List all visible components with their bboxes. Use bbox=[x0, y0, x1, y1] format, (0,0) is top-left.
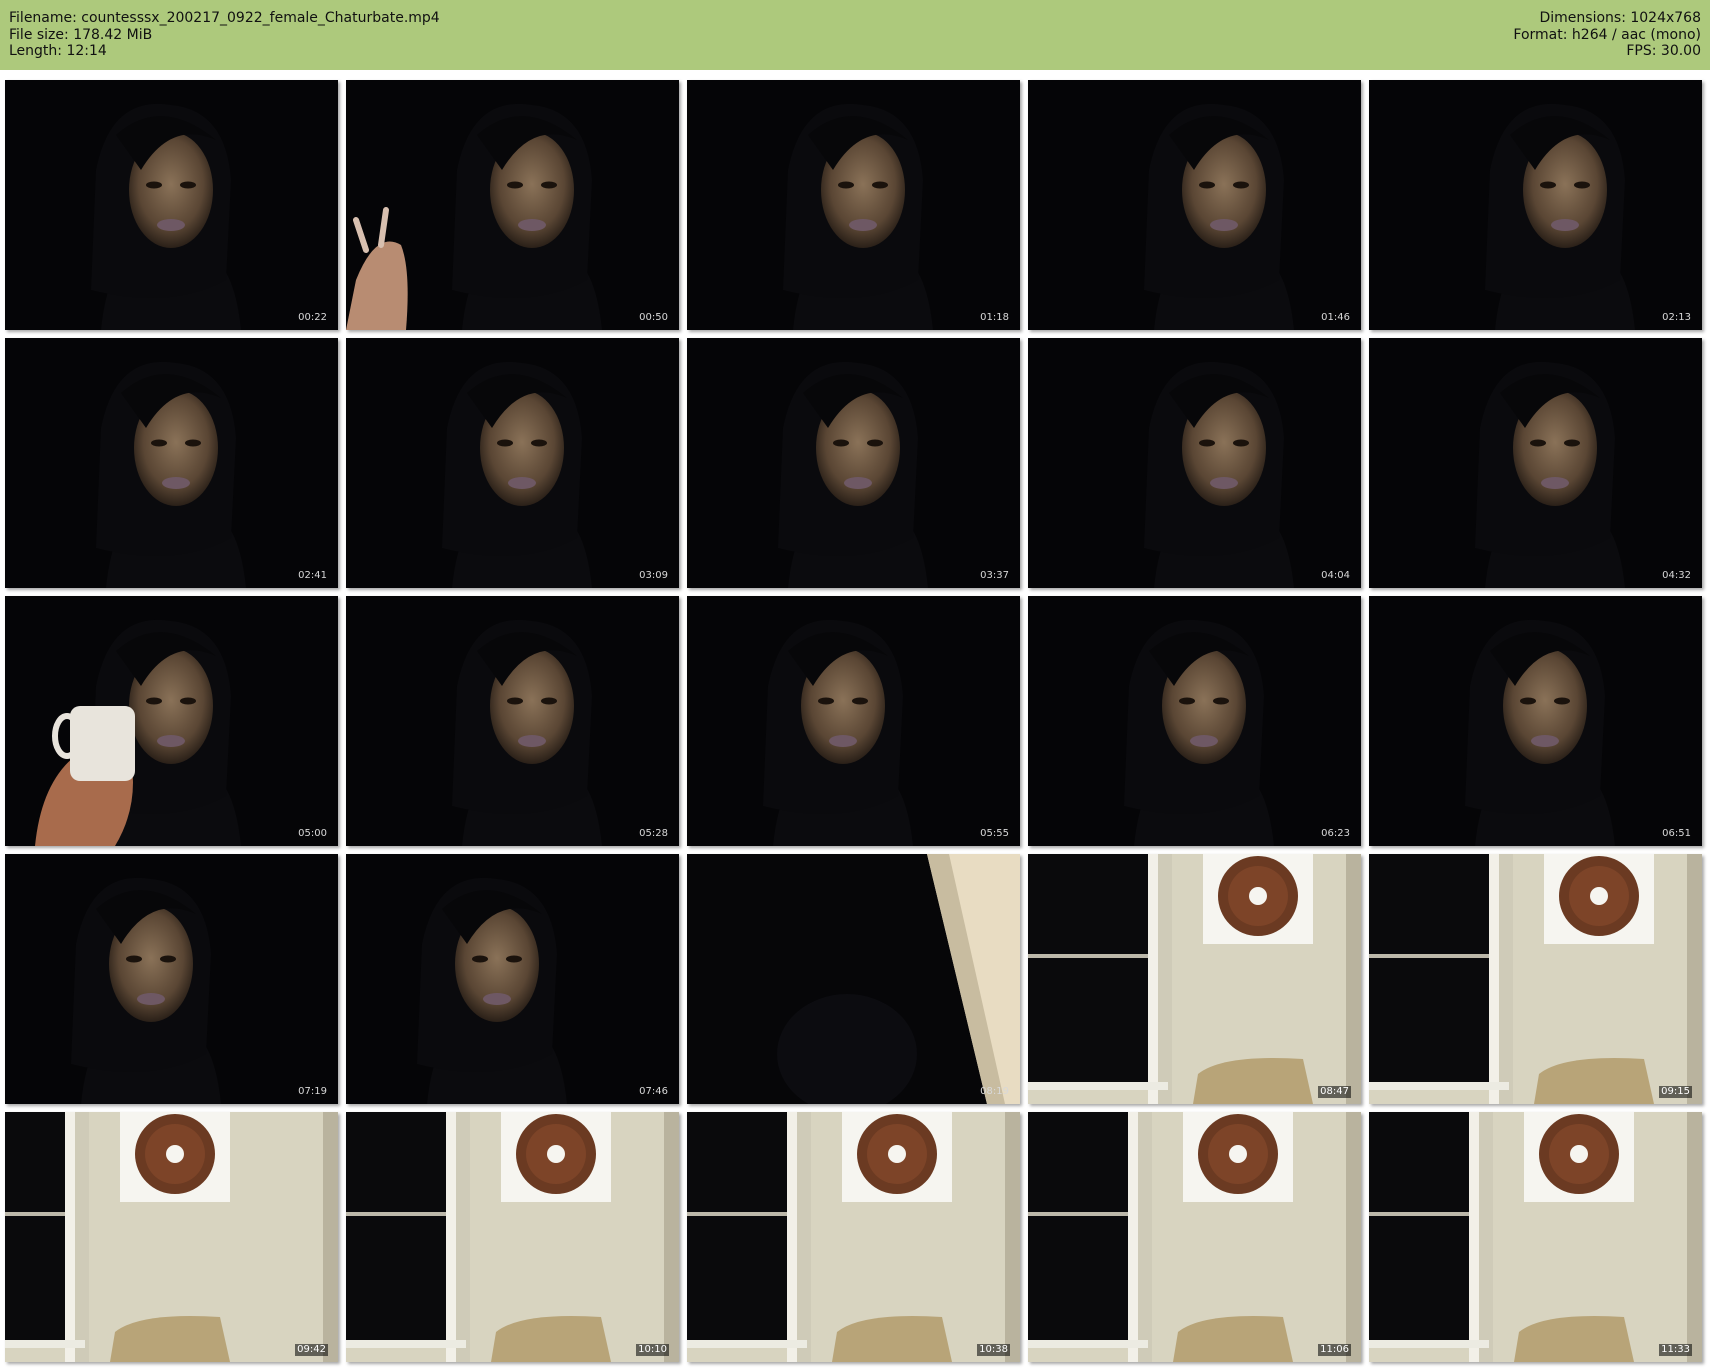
thumbnail-timestamp: 11:33 bbox=[1659, 1344, 1692, 1356]
thumbnail-image bbox=[1369, 338, 1702, 588]
video-thumbnail[interactable]: 07:19 bbox=[5, 854, 338, 1104]
thumbnail-image bbox=[1028, 596, 1361, 846]
thumbnail-image bbox=[5, 1112, 338, 1362]
thumbnail-timestamp: 04:04 bbox=[1321, 570, 1350, 581]
video-thumbnail[interactable]: 05:00 bbox=[5, 596, 338, 846]
thumbnail-image bbox=[687, 596, 1020, 846]
thumbnail-image bbox=[346, 1112, 679, 1362]
thumbnail-image bbox=[5, 854, 338, 1104]
video-thumbnail[interactable]: 10:38 bbox=[687, 1112, 1020, 1362]
thumbnail-timestamp: 08:19 bbox=[980, 1086, 1009, 1097]
video-thumbnail[interactable]: 04:32 bbox=[1369, 338, 1702, 588]
thumbnail-timestamp: 08:47 bbox=[1318, 1086, 1351, 1098]
thumbnail-timestamp: 05:55 bbox=[980, 828, 1009, 839]
thumbnail-image bbox=[346, 854, 679, 1104]
thumbnail-timestamp: 01:46 bbox=[1321, 312, 1350, 323]
video-thumbnail[interactable]: 06:23 bbox=[1028, 596, 1361, 846]
thumbnail-image bbox=[1369, 1112, 1702, 1362]
video-thumbnail[interactable]: 00:22 bbox=[5, 80, 338, 330]
thumbnail-image bbox=[687, 1112, 1020, 1362]
video-thumbnail[interactable]: 03:09 bbox=[346, 338, 679, 588]
thumbnail-image bbox=[346, 338, 679, 588]
video-thumbnail[interactable]: 09:42 bbox=[5, 1112, 338, 1362]
thumbnail-image bbox=[687, 80, 1020, 330]
video-thumbnail[interactable]: 01:46 bbox=[1028, 80, 1361, 330]
thumbnail-image bbox=[687, 338, 1020, 588]
thumbnail-timestamp: 07:46 bbox=[639, 1086, 668, 1097]
video-thumbnail[interactable]: 02:13 bbox=[1369, 80, 1702, 330]
thumbnail-timestamp: 07:19 bbox=[298, 1086, 327, 1097]
thumbnail-timestamp: 00:22 bbox=[298, 312, 327, 323]
thumbnail-timestamp: 09:42 bbox=[295, 1344, 328, 1356]
thumbnail-image bbox=[1028, 854, 1361, 1104]
thumbnail-timestamp: 03:37 bbox=[980, 570, 1009, 581]
video-thumbnail[interactable]: 00:50 bbox=[346, 80, 679, 330]
thumbnail-image bbox=[1028, 80, 1361, 330]
video-thumbnail[interactable]: 06:51 bbox=[1369, 596, 1702, 846]
thumbnail-timestamp: 10:10 bbox=[636, 1344, 669, 1356]
video-thumbnail[interactable]: 04:04 bbox=[1028, 338, 1361, 588]
video-thumbnail[interactable]: 02:41 bbox=[5, 338, 338, 588]
thumbnail-timestamp: 01:18 bbox=[980, 312, 1009, 323]
thumbnail-timestamp: 04:32 bbox=[1662, 570, 1691, 581]
video-thumbnail[interactable]: 05:55 bbox=[687, 596, 1020, 846]
thumbnail-image bbox=[1028, 1112, 1361, 1362]
video-thumbnail[interactable]: 07:46 bbox=[346, 854, 679, 1104]
thumbnail-image bbox=[1369, 854, 1702, 1104]
thumbnail-timestamp: 05:28 bbox=[639, 828, 668, 839]
thumbnail-timestamp: 02:41 bbox=[298, 570, 327, 581]
thumbnail-timestamp: 03:09 bbox=[639, 570, 668, 581]
video-thumbnail[interactable]: 03:37 bbox=[687, 338, 1020, 588]
thumbnail-image bbox=[1369, 596, 1702, 846]
thumbnail-image bbox=[346, 80, 679, 330]
thumbnail-timestamp: 05:00 bbox=[298, 828, 327, 839]
video-thumbnail[interactable]: 01:18 bbox=[687, 80, 1020, 330]
video-thumbnail[interactable]: 11:06 bbox=[1028, 1112, 1361, 1362]
thumbnail-timestamp: 11:06 bbox=[1318, 1344, 1351, 1356]
thumbnail-timestamp: 02:13 bbox=[1662, 312, 1691, 323]
thumbnail-timestamp: 09:15 bbox=[1659, 1086, 1692, 1098]
thumbnail-timestamp: 06:23 bbox=[1321, 828, 1350, 839]
thumbnail-image bbox=[5, 80, 338, 330]
thumbnail-grid: 00:22 00:50 01:18 01:46 02:13 02:41 03:0… bbox=[0, 0, 1710, 1370]
video-thumbnail[interactable]: 11:33 bbox=[1369, 1112, 1702, 1362]
thumbnail-image bbox=[5, 596, 338, 846]
thumbnail-image bbox=[346, 596, 679, 846]
video-thumbnail[interactable]: 08:19 bbox=[687, 854, 1020, 1104]
video-thumbnail[interactable]: 08:47 bbox=[1028, 854, 1361, 1104]
thumbnail-timestamp: 10:38 bbox=[977, 1344, 1010, 1356]
thumbnail-image bbox=[1369, 80, 1702, 330]
thumbnail-timestamp: 00:50 bbox=[639, 312, 668, 323]
thumbnail-image bbox=[687, 854, 1020, 1104]
video-thumbnail[interactable]: 10:10 bbox=[346, 1112, 679, 1362]
thumbnail-image bbox=[1028, 338, 1361, 588]
thumbnail-image bbox=[5, 338, 338, 588]
video-thumbnail[interactable]: 05:28 bbox=[346, 596, 679, 846]
thumbnail-timestamp: 06:51 bbox=[1662, 828, 1691, 839]
video-thumbnail[interactable]: 09:15 bbox=[1369, 854, 1702, 1104]
